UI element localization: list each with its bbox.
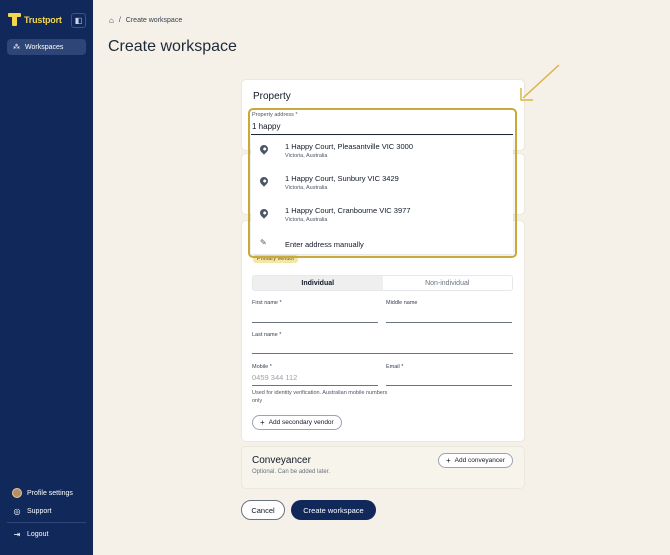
last-name-label: Last name * (252, 332, 282, 338)
conveyancer-subtitle: Optional. Can be added later. (252, 469, 331, 475)
mobile-label: Mobile * (252, 364, 272, 370)
home-icon[interactable]: ⌂ (109, 16, 114, 25)
sidebar-item-workspaces[interactable]: ⁂ Workspaces (7, 39, 86, 55)
sidebar-item-label: Support (27, 507, 52, 515)
vendor-type-toggle: Individual Non-individual (252, 275, 513, 291)
sidebar-bottom: Profile settings ◎ Support ⇥ Logout (0, 484, 93, 543)
property-heading: Property (253, 91, 291, 102)
sidebar-divider (7, 522, 86, 523)
tab-individual[interactable]: Individual (253, 276, 383, 290)
page-title: Create workspace (108, 38, 237, 55)
sidebar-toggle-icon: ◧ (74, 16, 83, 25)
sidebar-item-label: Logout (27, 530, 49, 538)
sidebar: Trustport ◧ ⁂ Workspaces Profile setting… (0, 0, 93, 555)
sidebar-item-label: Profile settings (27, 489, 73, 497)
sidebar-item-profile-settings[interactable]: Profile settings (0, 484, 93, 502)
tab-non-individual[interactable]: Non-individual (382, 276, 512, 290)
logout-icon: ⇥ (13, 529, 21, 539)
mobile-helper-text: Used for identity verification. Australi… (252, 390, 388, 404)
logo-mark-icon (8, 13, 21, 26)
sidebar-item-logout[interactable]: ⇥ Logout (0, 525, 93, 543)
add-secondary-vendor-label: Add secondary vendor (268, 419, 334, 426)
plus-icon: + (260, 418, 265, 427)
support-icon: ◎ (13, 506, 21, 516)
add-conveyancer-button[interactable]: + Add conveyancer (438, 453, 513, 468)
email-field[interactable] (386, 385, 512, 386)
trustport-logo[interactable]: Trustport (8, 13, 62, 26)
sidebar-item-label: Workspaces (25, 43, 64, 51)
annotation-highlight-box (248, 108, 517, 258)
add-conveyancer-label: Add conveyancer (454, 457, 505, 464)
mobile-placeholder[interactable]: 0459 344 112 (252, 373, 297, 382)
cancel-button[interactable]: Cancel (241, 500, 285, 520)
breadcrumb-current: Create workspace (125, 17, 183, 24)
middle-name-label: Middle name (386, 300, 418, 306)
breadcrumb: ⌂ / Create workspace (109, 16, 182, 25)
add-secondary-vendor-button[interactable]: + Add secondary vendor (252, 415, 342, 430)
email-label: Email * (386, 364, 404, 370)
middle-name-field[interactable] (386, 322, 512, 323)
plus-icon: + (446, 456, 451, 465)
mobile-field[interactable] (252, 385, 378, 386)
last-name-field[interactable] (252, 353, 513, 354)
create-workspace-button[interactable]: Create workspace (291, 500, 376, 520)
first-name-field[interactable] (252, 322, 378, 323)
first-name-label: First name * (252, 300, 282, 306)
annotation-arrow-icon (520, 64, 560, 101)
avatar (12, 488, 22, 498)
sidebar-item-support[interactable]: ◎ Support (0, 502, 93, 520)
brand-name: Trustport (24, 14, 62, 25)
breadcrumb-separator: / (118, 17, 121, 24)
conveyancer-title: Conveyancer (252, 455, 311, 466)
collapse-sidebar-button[interactable]: ◧ (71, 13, 86, 28)
workspaces-icon: ⁂ (13, 44, 20, 51)
